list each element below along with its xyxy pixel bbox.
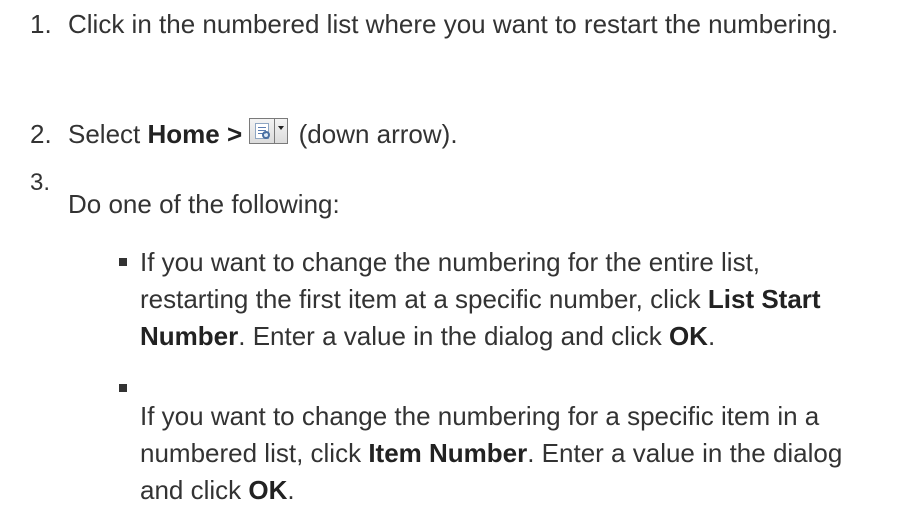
step-number: 1. <box>30 9 52 39</box>
square-bullet-icon <box>119 384 127 392</box>
list-restart-split-button <box>249 118 289 146</box>
down-arrow-icon <box>274 118 289 144</box>
square-bullet-icon <box>119 258 127 266</box>
option-item-number: Item Number <box>368 438 528 468</box>
step-text: Click in the numbered list where you wan… <box>68 9 839 39</box>
step-text: Select Home > (down arrow). <box>68 116 868 153</box>
list-item: If you want to change the numbering for … <box>119 244 860 355</box>
list-restart-icon <box>249 118 276 144</box>
step-prefix: Select <box>68 119 148 149</box>
list-item: If you want to change the numbering for … <box>119 384 860 505</box>
step-suffix: (down arrow). <box>291 119 458 149</box>
step-text: Do one of the following: <box>68 189 340 219</box>
bullet-text: If you want to change the numbering for … <box>140 247 821 351</box>
menu-path-home: Home > <box>147 119 243 149</box>
option-ok: OK <box>248 475 288 505</box>
step-number: 2. <box>30 119 52 149</box>
instruction-document: 1. Click in the numbered list where you … <box>0 0 911 510</box>
step-number: 3. <box>30 169 51 196</box>
option-ok: OK <box>668 321 708 351</box>
bullet-text: If you want to change the numbering for … <box>140 401 843 505</box>
